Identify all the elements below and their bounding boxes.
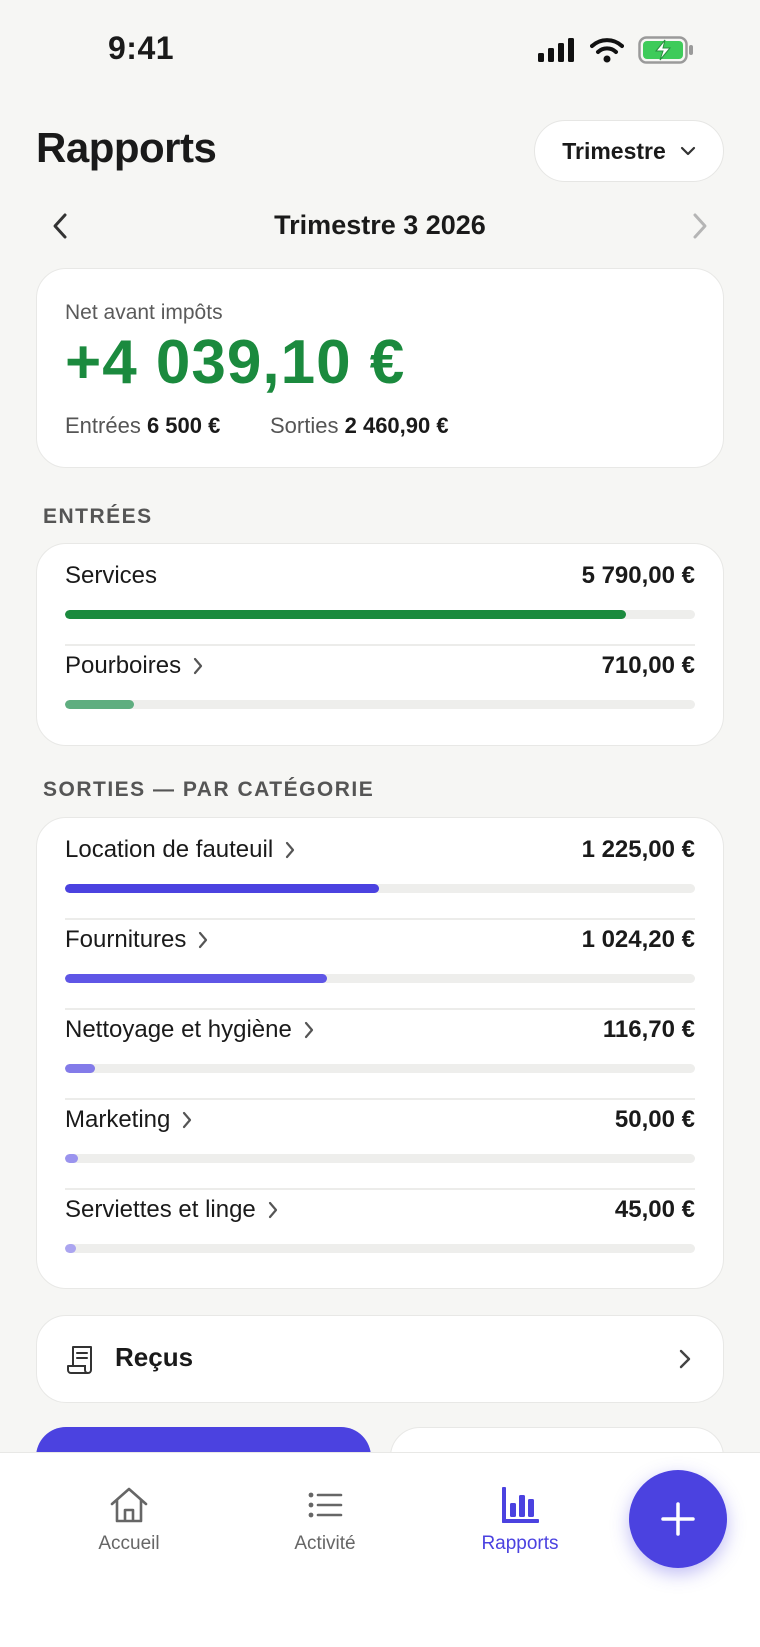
receipt-icon bbox=[67, 1346, 92, 1374]
chevron-right-icon bbox=[693, 213, 707, 239]
income-section-title: ENTRÉES bbox=[43, 505, 153, 528]
income-label-text: Services bbox=[65, 562, 158, 589]
income-label: Pourboires bbox=[65, 652, 203, 680]
status-bar: 9:41 bbox=[0, 0, 760, 104]
wifi-icon bbox=[590, 38, 624, 63]
income-bar-fill bbox=[65, 610, 626, 619]
expense-value: 116,70 € bbox=[602, 1016, 695, 1043]
home-icon bbox=[110, 1487, 148, 1523]
income-total-label: Entrées bbox=[65, 413, 141, 438]
income-row-services: Services 5 790,00 € bbox=[65, 544, 695, 634]
expense-bar-fill bbox=[65, 1154, 78, 1163]
expense-label: Serviettes et linge bbox=[65, 1196, 278, 1224]
tab-accueil[interactable]: Accueil bbox=[59, 1485, 199, 1555]
income-label-text: Pourboires bbox=[65, 652, 182, 679]
expense-bar-track bbox=[65, 974, 695, 983]
expense-value: 1 225,00 € bbox=[581, 836, 695, 863]
net-label: Net avant impôts bbox=[65, 301, 223, 324]
expense-bar-fill bbox=[65, 974, 328, 983]
income-value: 5 790,00 € bbox=[581, 562, 695, 589]
expense-total-value: 2 460,90 € bbox=[344, 413, 449, 438]
period-type-label: Trimestre bbox=[562, 137, 666, 164]
expense-label-text: Serviettes et linge bbox=[65, 1196, 256, 1223]
expense-bar-track bbox=[65, 1154, 695, 1163]
chevron-right-icon bbox=[193, 657, 203, 675]
period-type-dropdown[interactable]: Trimestre bbox=[534, 120, 724, 182]
expense-label: Nettoyage et hygiène bbox=[65, 1016, 314, 1044]
add-button[interactable] bbox=[629, 1470, 727, 1568]
expense-label-text: Location de fauteuil bbox=[65, 836, 274, 863]
income-row-tips[interactable]: Pourboires 710,00 € bbox=[65, 634, 695, 724]
expense-label: Marketing bbox=[65, 1106, 192, 1134]
income-bar-track bbox=[65, 700, 695, 709]
expense-row-chair-rental[interactable]: Location de fauteuil 1 225,00 € bbox=[65, 818, 695, 908]
next-period-button[interactable] bbox=[682, 208, 718, 244]
expense-bar-fill bbox=[65, 1244, 77, 1253]
expense-label-text: Nettoyage et hygiène bbox=[65, 1016, 292, 1043]
status-icons bbox=[538, 36, 694, 64]
chevron-right-icon bbox=[183, 1111, 192, 1129]
income-value: 710,00 € bbox=[601, 652, 695, 679]
expense-label-text: Marketing bbox=[65, 1106, 171, 1133]
income-label: Services bbox=[65, 562, 157, 590]
plus-icon bbox=[661, 1502, 695, 1536]
expense-bar-track bbox=[65, 1244, 695, 1253]
expense-value: 45,00 € bbox=[614, 1196, 695, 1223]
expense-label-text: Fournitures bbox=[65, 926, 187, 953]
net-summary-card: Net avant impôts +4 039,10 € Entrées 6 5… bbox=[36, 268, 724, 468]
expense-row-cleaning[interactable]: Nettoyage et hygiène 116,70 € bbox=[65, 998, 695, 1088]
receipts-label: Reçus bbox=[115, 1342, 194, 1372]
period-label: Trimestre 3 2026 bbox=[274, 210, 486, 240]
expense-row-supplies[interactable]: Fournitures 1 024,20 € bbox=[65, 908, 695, 998]
expense-total: Sorties 2 460,90 € bbox=[270, 413, 449, 439]
bar-chart-icon bbox=[502, 1487, 539, 1523]
chevron-right-icon bbox=[286, 841, 295, 859]
expense-bar-track bbox=[65, 1064, 695, 1073]
page-title: Rapports bbox=[36, 124, 217, 171]
receipts-button[interactable]: Reçus bbox=[36, 1315, 724, 1403]
chevron-down-icon bbox=[680, 146, 695, 156]
expense-label: Location de fauteuil bbox=[65, 836, 295, 864]
expense-row-towels[interactable]: Serviettes et linge 45,00 € bbox=[65, 1178, 695, 1268]
expense-label: Fournitures bbox=[65, 926, 208, 954]
income-bar-fill bbox=[65, 700, 135, 709]
chevron-right-icon bbox=[304, 1021, 313, 1039]
income-total-value: 6 500 € bbox=[146, 413, 221, 438]
expense-value: 50,00 € bbox=[614, 1106, 695, 1133]
tab-label: Rapports bbox=[481, 1533, 559, 1554]
expense-bar-fill bbox=[65, 1064, 95, 1073]
tab-activite[interactable]: Activité bbox=[255, 1485, 395, 1555]
status-time: 9:41 bbox=[108, 30, 175, 66]
tab-label: Accueil bbox=[98, 1533, 160, 1554]
expenses-section-title: SORTIES — PAR CATÉGORIE bbox=[43, 778, 375, 801]
expense-bar-track bbox=[65, 884, 695, 893]
chevron-right-icon bbox=[679, 1349, 691, 1369]
income-total: Entrées 6 500 € bbox=[65, 413, 220, 439]
chevron-right-icon bbox=[268, 1201, 277, 1219]
expense-bar-fill bbox=[65, 884, 379, 893]
tab-label: Activité bbox=[294, 1533, 356, 1554]
list-icon bbox=[308, 1492, 343, 1518]
net-value: +4 039,10 € bbox=[65, 328, 406, 397]
expenses-card: Location de fauteuil 1 225,00 € Fournitu… bbox=[36, 817, 724, 1289]
chevron-right-icon bbox=[199, 931, 208, 949]
tab-rapports[interactable]: Rapports bbox=[450, 1485, 590, 1555]
expense-row-marketing[interactable]: Marketing 50,00 € bbox=[65, 1088, 695, 1178]
income-card: Services 5 790,00 € Pourboires 710,00 € bbox=[36, 543, 724, 746]
expense-value: 1 024,20 € bbox=[581, 926, 695, 953]
income-bar-track bbox=[65, 610, 695, 619]
expense-total-label: Sorties bbox=[270, 413, 339, 438]
signal-icon bbox=[538, 38, 574, 62]
battery-charging-icon bbox=[638, 36, 693, 64]
